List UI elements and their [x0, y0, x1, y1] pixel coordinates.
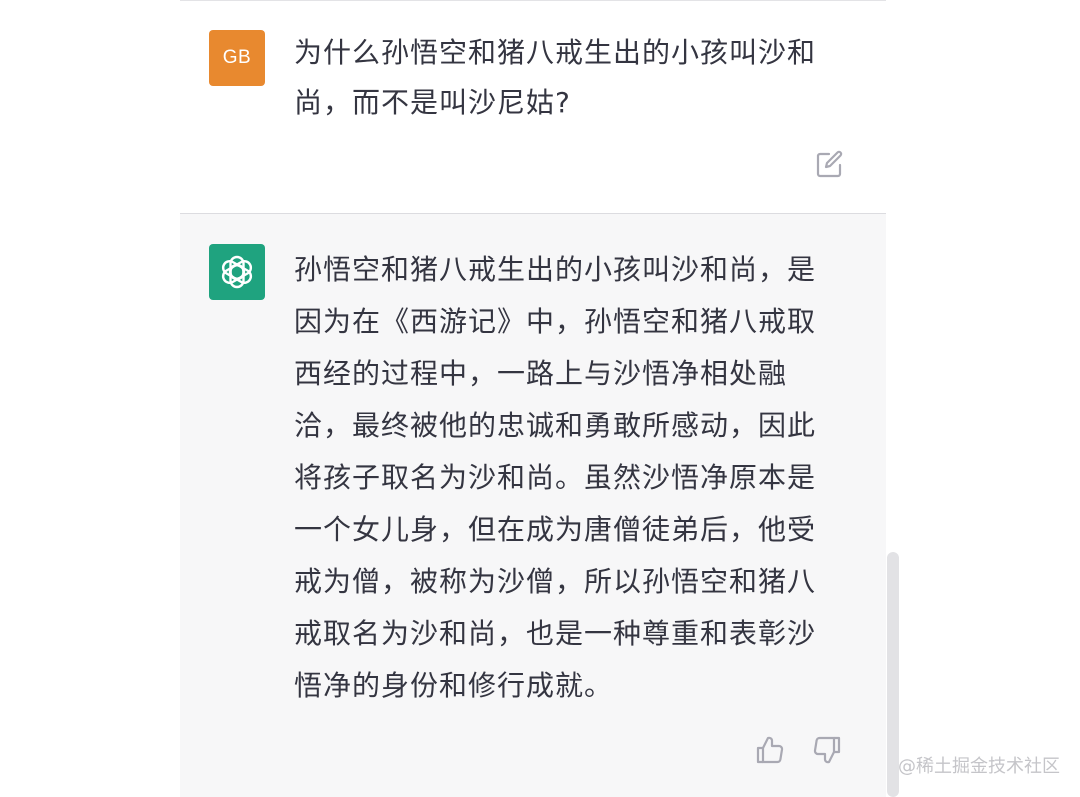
- thumb-down-button[interactable]: [810, 733, 844, 767]
- user-message: GB 为什么孙悟空和猪八戒生出的小孩叫沙和尚，而不是叫沙尼姑?: [180, 1, 886, 213]
- assistant-message-text: 孙悟空和猪八戒生出的小孩叫沙和尚，是因为在《西游记》中，孙悟空和猪八戒取西经的过…: [294, 253, 817, 702]
- edit-button[interactable]: [813, 147, 847, 181]
- thumb-down-icon: [813, 736, 841, 764]
- chat-page: GB 为什么孙悟空和猪八戒生出的小孩叫沙和尚，而不是叫沙尼姑? 孙悟空和猪八戒生…: [0, 0, 1080, 797]
- openai-logo-icon: [221, 255, 253, 289]
- edit-icon: [816, 150, 843, 178]
- user-avatar: GB: [209, 30, 265, 86]
- assistant-message: 孙悟空和猪八戒生出的小孩叫沙和尚，是因为在《西游记》中，孙悟空和猪八戒取西经的过…: [180, 214, 886, 797]
- watermark: @稀土掘金技术社区: [898, 756, 1060, 777]
- conversation-thread: GB 为什么孙悟空和猪八戒生出的小孩叫沙和尚，而不是叫沙尼姑? 孙悟空和猪八戒生…: [180, 0, 886, 797]
- thumb-up-button[interactable]: [753, 733, 787, 767]
- assistant-avatar: [209, 244, 265, 300]
- user-avatar-initials: GB: [222, 47, 252, 68]
- user-message-text: 为什么孙悟空和猪八戒生出的小孩叫沙和尚，而不是叫沙尼姑?: [294, 36, 817, 119]
- thumb-up-icon: [756, 736, 784, 764]
